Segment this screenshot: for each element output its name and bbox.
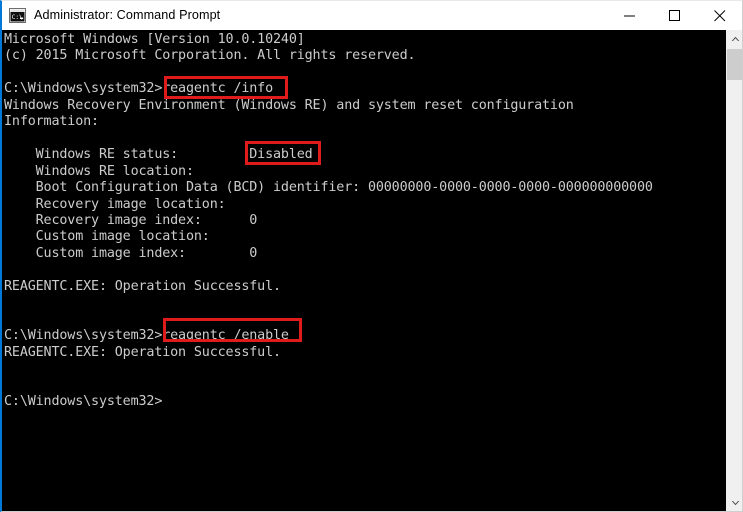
scroll-down-arrow-icon[interactable] (727, 494, 742, 511)
console-text: Microsoft Windows [Version 10.0.10240] (… (4, 32, 653, 409)
title-bar[interactable]: C:\ Administrator: Command Prompt (2, 1, 742, 30)
scrollbar-thumb[interactable] (727, 49, 742, 80)
maximize-button[interactable] (652, 1, 697, 30)
command-prompt-icon[interactable]: C:\ (9, 8, 26, 23)
scroll-up-arrow-icon[interactable] (727, 30, 742, 47)
minimize-button[interactable] (607, 1, 652, 30)
window-controls (607, 1, 742, 30)
window-title: Administrator: Command Prompt (34, 8, 221, 22)
console-output-area[interactable]: Microsoft Windows [Version 10.0.10240] (… (2, 30, 726, 511)
vertical-scrollbar[interactable] (726, 30, 742, 511)
command-prompt-window: C:\ Administrator: Command Prompt Micros… (0, 0, 743, 512)
close-button[interactable] (697, 1, 742, 30)
